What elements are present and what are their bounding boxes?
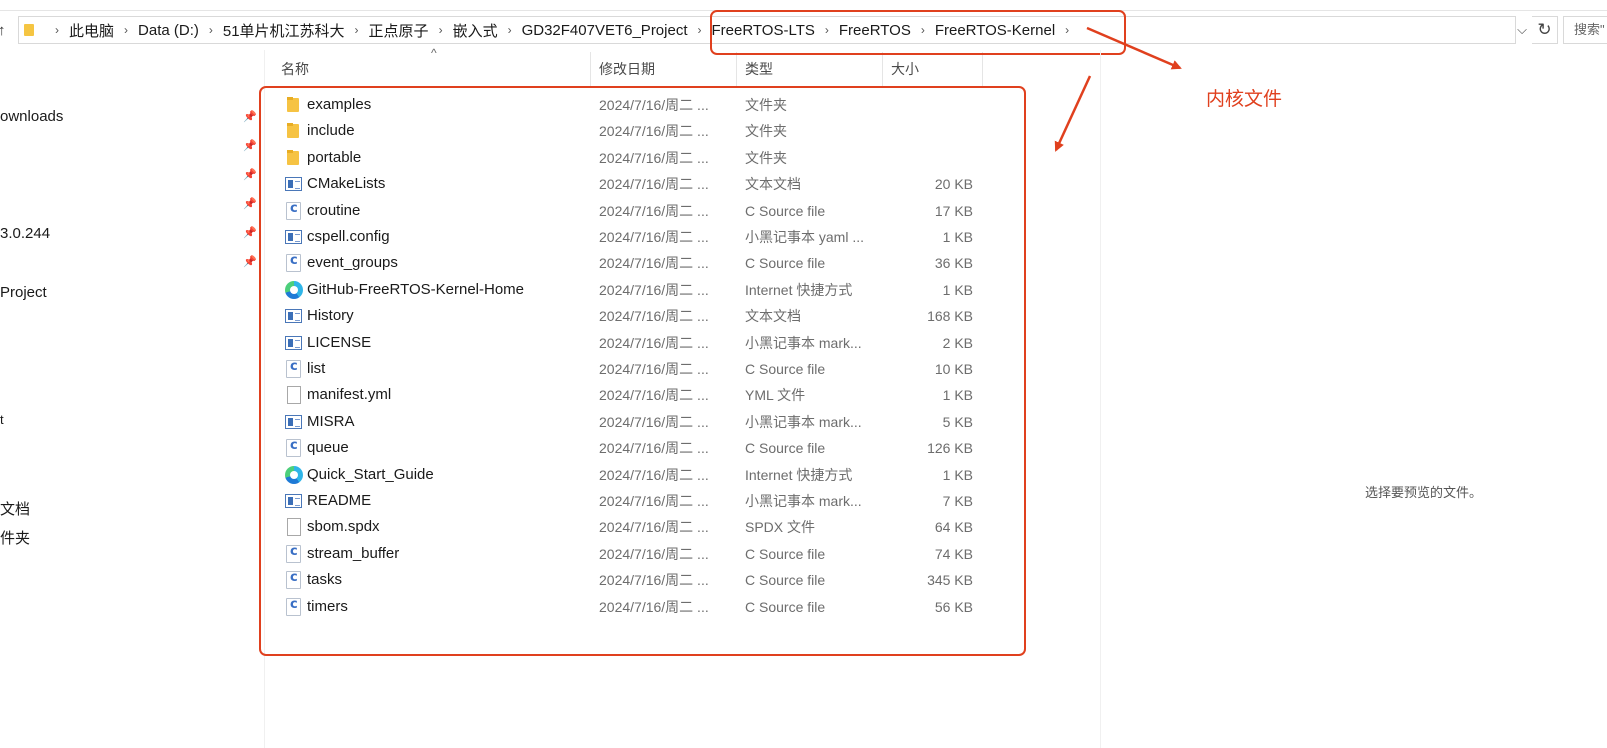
nav-item[interactable]: ownloads (0, 108, 63, 125)
folder-icon (23, 23, 37, 37)
annotation-label: 内核文件 (1206, 89, 1283, 110)
column-header-modified[interactable]: 修改日期 (591, 52, 737, 86)
breadcrumb-item[interactable]: Data (D:) (138, 22, 199, 39)
pin-icon[interactable]: 📌 (243, 110, 257, 124)
pin-icon[interactable]: 📌 (243, 226, 257, 240)
nav-item[interactable]: 文档 (0, 498, 30, 519)
preview-divider (1100, 50, 1101, 748)
breadcrumb-item[interactable]: 正点原子 (369, 20, 429, 41)
breadcrumb-item[interactable]: 51单片机江苏科大 (223, 20, 345, 41)
column-header-name[interactable]: 名称 (273, 52, 591, 86)
chevron-right-icon[interactable]: › (508, 23, 512, 37)
nav-item[interactable]: 件夹 (0, 527, 30, 548)
breadcrumb-item[interactable]: 嵌入式 (453, 20, 498, 41)
arrow-to-file-list (1054, 75, 1092, 152)
breadcrumb-item[interactable]: 此电脑 (69, 20, 114, 41)
column-header-size[interactable]: 大小 (883, 52, 983, 86)
up-arrow-icon[interactable]: ↑ (0, 20, 10, 42)
search-input[interactable]: 搜索" (1563, 16, 1607, 44)
breadcrumb-item[interactable]: GD32F407VET6_Project (522, 22, 688, 39)
chevron-right-icon[interactable]: › (698, 23, 702, 37)
chevron-right-icon[interactable]: › (439, 23, 443, 37)
pin-icon[interactable]: 📌 (243, 197, 257, 211)
chevron-right-icon[interactable]: › (55, 23, 59, 37)
column-header-type[interactable]: 类型 (737, 52, 883, 86)
annotation-box-breadcrumb (710, 10, 1126, 55)
chevron-right-icon[interactable]: › (355, 23, 359, 37)
refresh-icon[interactable]: ↻ (1532, 16, 1558, 44)
chevron-right-icon[interactable]: › (124, 23, 128, 37)
chevron-down-icon[interactable]: ⌵ (1512, 19, 1532, 41)
nav-item[interactable]: Project (0, 284, 47, 301)
pin-icon[interactable]: 📌 (243, 255, 257, 269)
nav-item[interactable]: 3.0.244 (0, 225, 50, 242)
chevron-right-icon[interactable]: › (209, 23, 213, 37)
annotation-box-file-list (259, 86, 1026, 656)
preview-message: 选择要预览的文件。 (1365, 485, 1483, 500)
pin-icon[interactable]: 📌 (243, 168, 257, 182)
navigation-pane: ownloads 3.0.244 Project t 文档 件夹 📌 📌 📌 📌… (0, 50, 265, 748)
pin-icon[interactable]: 📌 (243, 139, 257, 153)
nav-item[interactable]: t (0, 412, 4, 427)
